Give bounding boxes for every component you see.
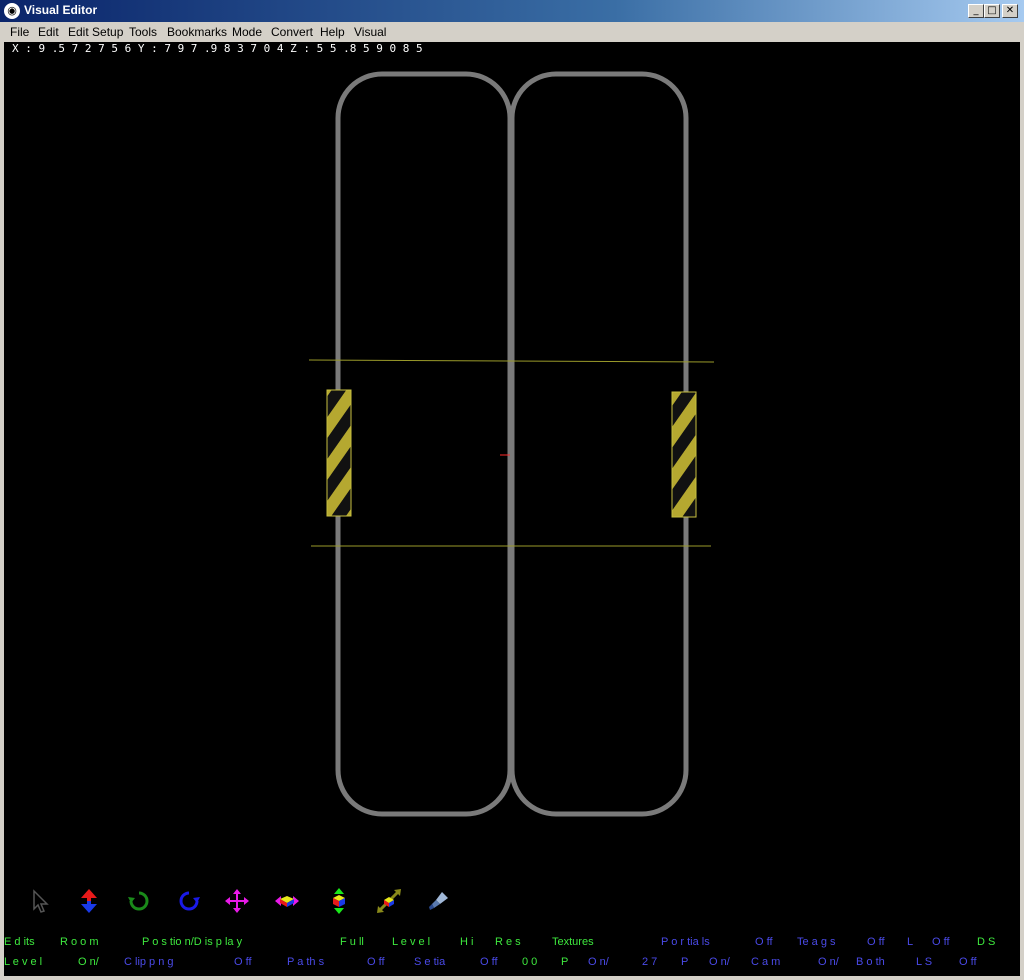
status-both[interactable]: B o th (856, 956, 885, 968)
move-vertical-icon[interactable] (76, 888, 102, 914)
status-row-2: L e v e l O n/ C lip p n g O ff P a th s… (4, 956, 1020, 970)
status-level[interactable]: L e v e l (392, 936, 430, 948)
status-setia[interactable]: S e tia (414, 956, 445, 968)
status-ds[interactable]: D S (977, 936, 995, 948)
move-horizontal-icon[interactable] (274, 888, 300, 914)
status-textures[interactable]: Textures (552, 936, 594, 948)
status-ls[interactable]: L S (916, 956, 932, 968)
status-room[interactable]: R o o m (60, 936, 99, 948)
window-title: Visual Editor (24, 3, 98, 17)
rotate-cw-icon[interactable] (126, 888, 152, 914)
menu-convert[interactable]: Convert (271, 25, 313, 39)
maximize-button[interactable]: □ (984, 4, 1000, 18)
right-track-loop[interactable] (509, 71, 689, 817)
app-icon[interactable]: ◉ (4, 3, 20, 19)
status-full[interactable]: F u ll (340, 936, 364, 948)
menu-tools[interactable]: Tools (129, 25, 157, 39)
select-arrow-icon[interactable] (28, 888, 54, 914)
status-row-1: E d its R o o m P o s tio n/D is p la y … (4, 936, 1020, 950)
right-hazard-barrier[interactable] (671, 391, 697, 518)
menu-help[interactable]: Help (320, 25, 345, 39)
status-l-value: O ff (932, 936, 950, 948)
move-depth-icon[interactable] (326, 888, 352, 914)
status-edits[interactable]: E d its (4, 936, 35, 948)
status-camera[interactable]: C a m (751, 956, 780, 968)
left-hazard-barrier[interactable] (326, 389, 352, 517)
menu-visual[interactable]: Visual (354, 25, 386, 39)
rotate-ccw-icon[interactable] (176, 888, 202, 914)
status-setia-value: O ff (480, 956, 498, 968)
status-paths-value: O ff (367, 956, 385, 968)
menu-bookmarks[interactable]: Bookmarks (167, 25, 227, 39)
menu-mode[interactable]: Mode (232, 25, 262, 39)
status-p[interactable]: P (561, 956, 568, 968)
status-clipping-value: O ff (234, 956, 252, 968)
status-clipping[interactable]: C lip p n g (124, 956, 174, 968)
menu-edit[interactable]: Edit (38, 25, 59, 39)
menu-file[interactable]: File (10, 25, 29, 39)
close-button[interactable]: ✕ (1002, 4, 1018, 18)
status-portals-value: O ff (755, 936, 773, 948)
status-position-display[interactable]: P o s tio n/D is p la y (142, 936, 242, 948)
3d-viewport[interactable]: X : 9 .5 7 2 7 5 6 Y : 7 9 7 .9 8 3 7 0 … (4, 42, 1020, 976)
status-level-2-value: O n/ (78, 956, 99, 968)
move-all-icon[interactable] (224, 888, 250, 914)
status-p2[interactable]: P (681, 956, 688, 968)
minimize-button[interactable]: _ (968, 4, 984, 18)
menu-edit-setup[interactable]: Edit Setup (68, 25, 123, 39)
status-camera-value: O n/ (818, 956, 839, 968)
status-27-value: 2 7 (642, 956, 658, 968)
status-paths[interactable]: P a th s (287, 956, 324, 968)
status-portals[interactable]: P o r tia ls (661, 936, 710, 948)
status-tags-value: O ff (867, 936, 885, 948)
scale-icon[interactable] (376, 888, 402, 914)
status-l[interactable]: L (907, 936, 913, 948)
status-zero-value: 0 0 (522, 956, 538, 968)
status-tags[interactable]: Te a g s (797, 936, 836, 948)
status-p-value: O n/ (588, 956, 609, 968)
status-hi[interactable]: H i (460, 936, 473, 948)
status-res[interactable]: R e s (495, 936, 521, 948)
left-track-loop[interactable] (335, 71, 513, 817)
track-scene[interactable] (4, 42, 1020, 976)
menu-bar: File Edit Edit Setup Tools Bookmarks Mod… (0, 22, 1024, 42)
paint-icon[interactable] (426, 888, 452, 914)
status-ls-value: O ff (959, 956, 977, 968)
status-level-2[interactable]: L e v e l (4, 956, 42, 968)
status-p2-value: O n/ (709, 956, 730, 968)
title-bar: ◉ Visual Editor _ □ ✕ (0, 0, 1024, 22)
